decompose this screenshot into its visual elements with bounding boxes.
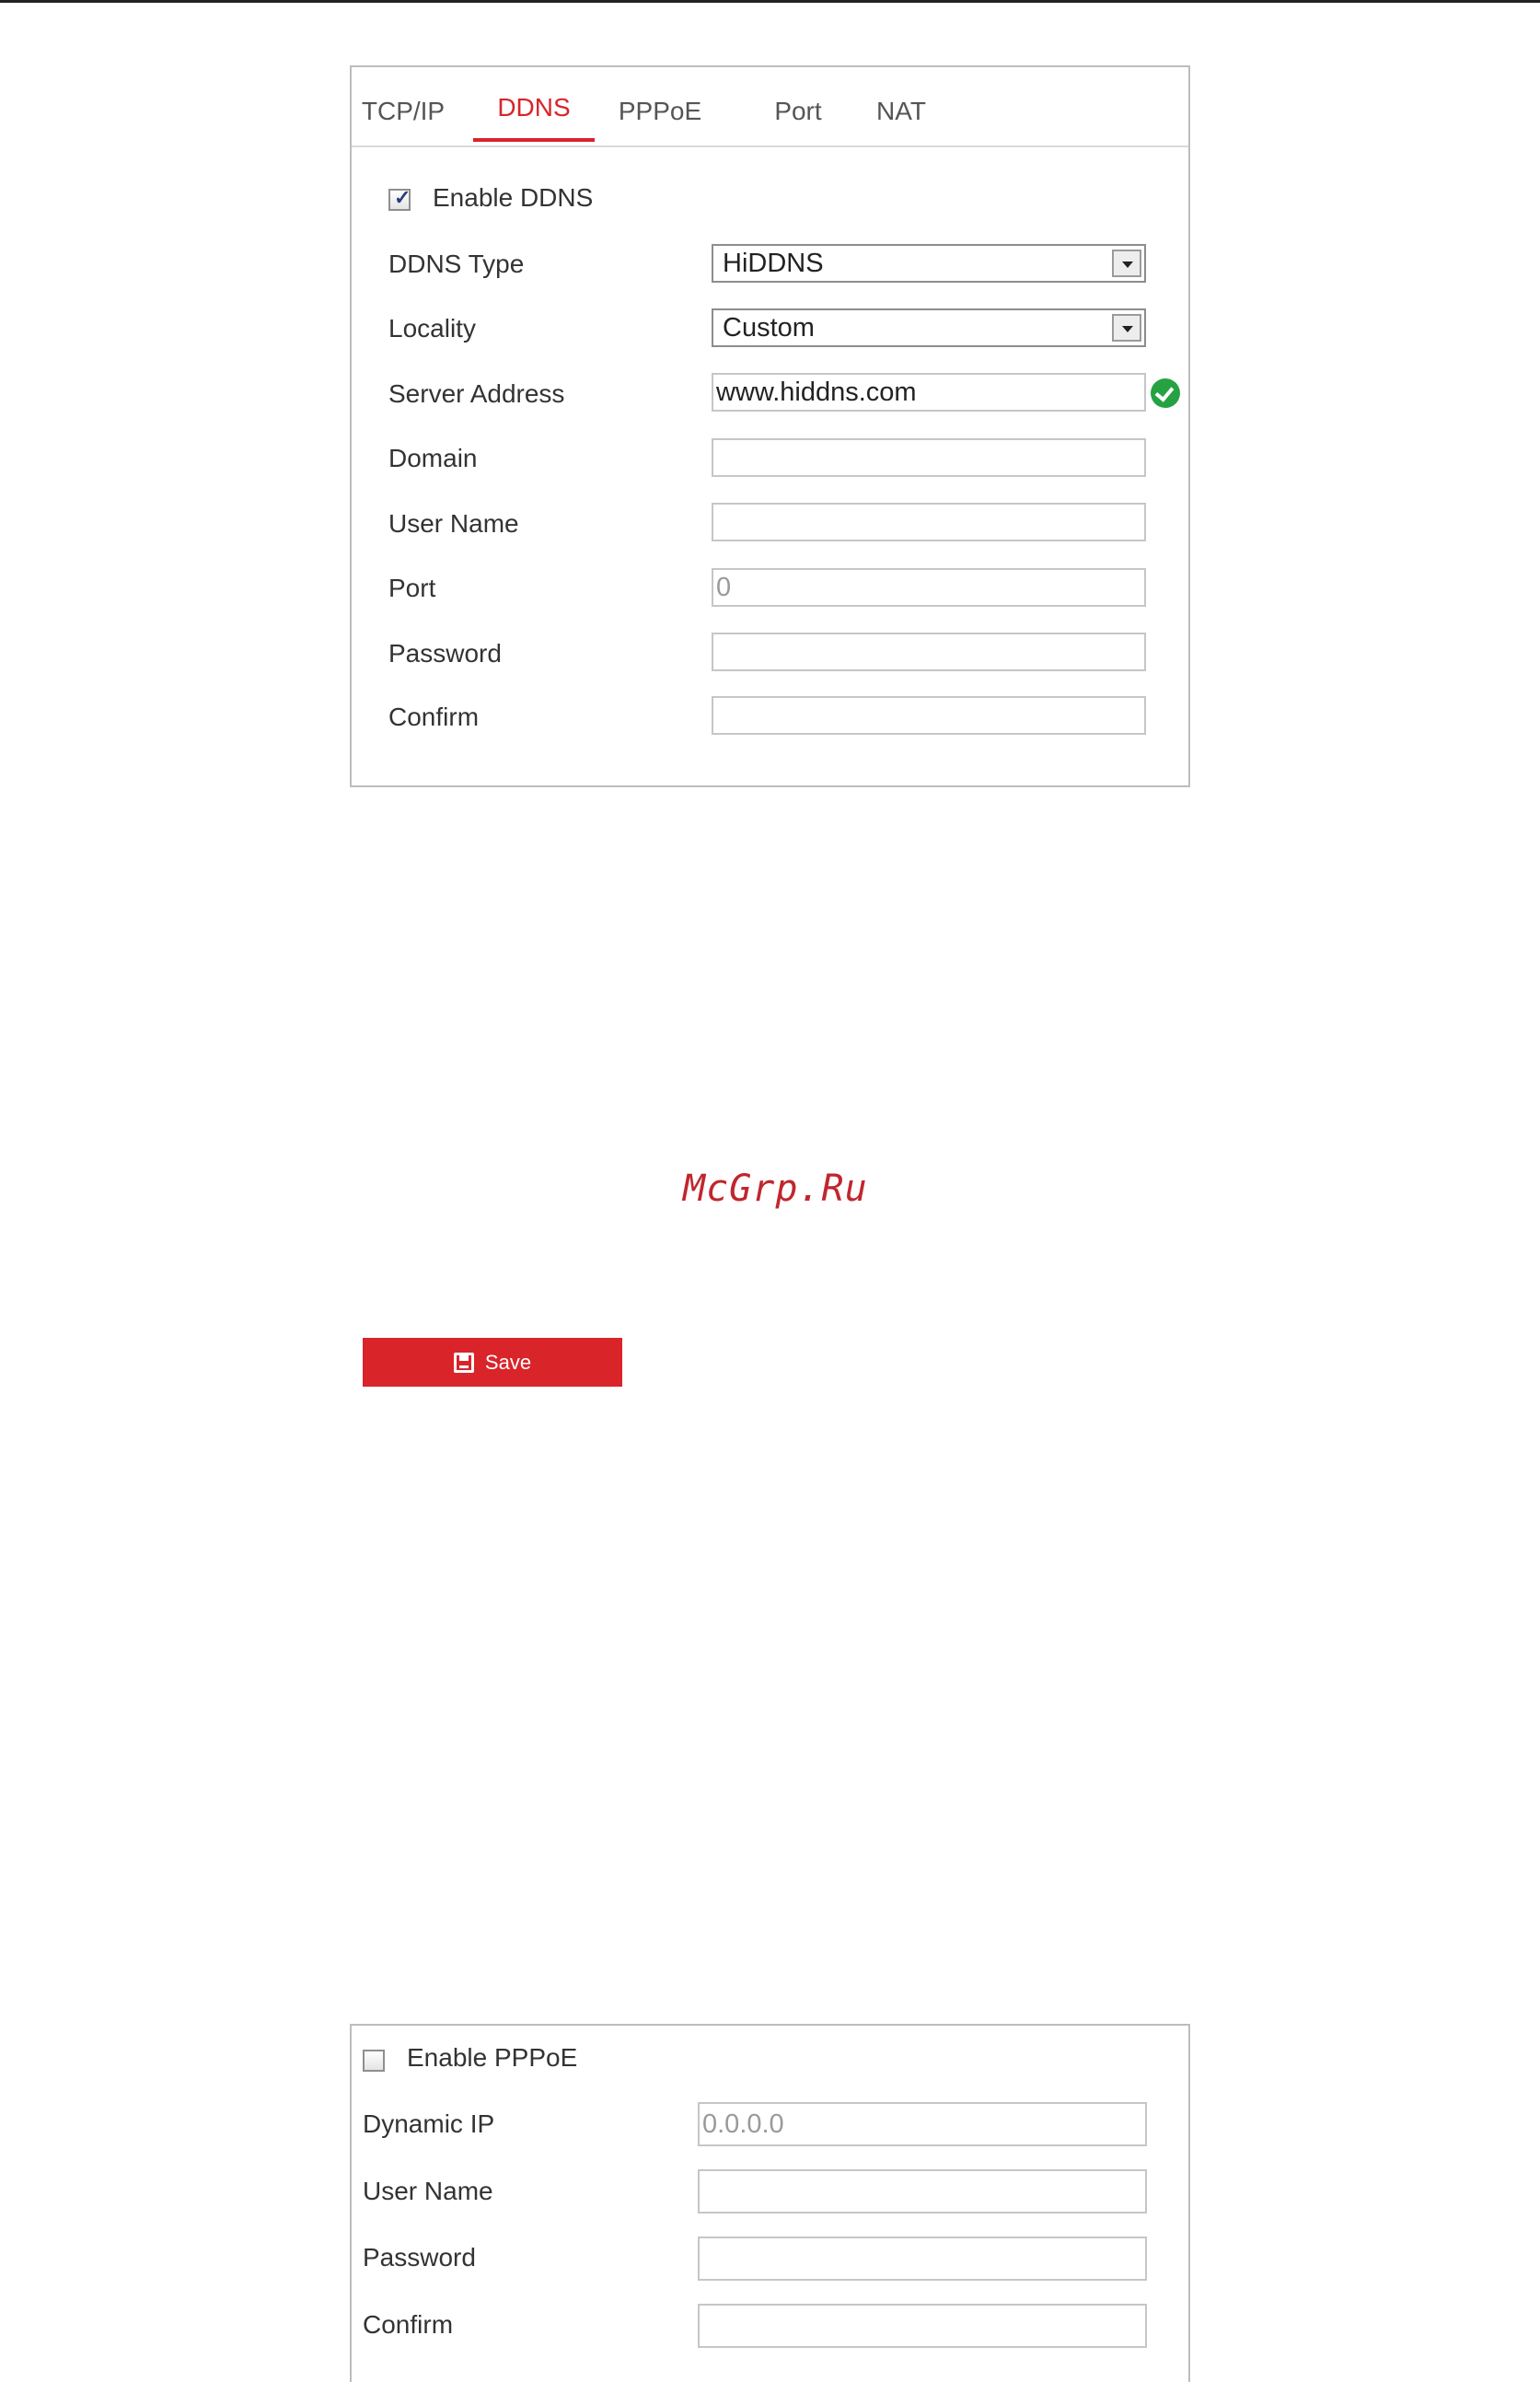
network-tabs: TCP/IP DDNS PPPoE Port NAT [352,67,1188,147]
domain-field[interactable] [712,438,1146,477]
locality-label: Locality [388,314,476,343]
pppoe-confirm-field[interactable] [698,2304,1147,2348]
confirm-field[interactable] [712,696,1146,735]
username-label: User Name [388,509,519,538]
confirm-label: Confirm [388,703,480,731]
dynamic-ip-field[interactable]: 0.0.0.0 [698,2102,1147,2146]
port-field[interactable]: 0 [712,568,1146,607]
check-circle-icon [1151,378,1180,408]
pppoe-username-label: User Name [363,2177,493,2205]
pppoe-settings-panel: Enable PPPoE Dynamic IP 0.0.0.0 User Nam… [350,2024,1190,2382]
ddns-type-select[interactable]: HiDDNS [712,244,1146,283]
watermark-text: McGrp.Ru [683,1168,868,1210]
check-icon: ✓ [394,186,411,209]
password-field[interactable] [712,633,1146,671]
enable-pppoe-checkbox[interactable] [363,2050,385,2072]
port-label: Port [388,574,436,602]
dynamic-ip-label: Dynamic IP [363,2109,495,2138]
enable-ddns-label: Enable DDNS [433,183,594,212]
server-address-field[interactable]: www.hiddns.com [712,373,1146,412]
locality-value: Custom [723,313,815,343]
ddns-settings-panel: TCP/IP DDNS PPPoE Port NAT ✓ Enable DDNS… [350,65,1190,787]
username-field[interactable] [712,503,1146,541]
server-address-label: Server Address [388,379,565,408]
locality-select[interactable]: Custom [712,308,1146,347]
page-top-rule [0,0,1540,3]
save-button-label: Save [484,1350,532,1374]
enable-pppoe-label: Enable PPPoE [407,2043,578,2072]
pppoe-password-field[interactable] [698,2237,1147,2281]
floppy-disk-icon [453,1352,474,1373]
ddns-type-label: DDNS Type [388,250,525,278]
save-button[interactable]: Save [363,1338,622,1387]
password-label: Password [388,639,502,668]
chevron-down-icon[interactable] [1112,250,1141,277]
pppoe-password-label: Password [363,2243,476,2272]
tab-pppoe[interactable]: PPPoE [614,97,706,145]
enable-ddns-checkbox[interactable]: ✓ [388,186,411,211]
tab-ddns[interactable]: DDNS [473,93,595,142]
ddns-type-value: HiDDNS [723,249,824,278]
chevron-down-icon[interactable] [1112,314,1141,342]
domain-label: Domain [388,444,478,472]
pppoe-confirm-label: Confirm [363,2310,454,2339]
tab-nat[interactable]: NAT [869,97,933,145]
tab-tcpip[interactable]: TCP/IP [357,97,449,145]
tab-port[interactable]: Port [766,97,830,145]
pppoe-username-field[interactable] [698,2169,1147,2214]
